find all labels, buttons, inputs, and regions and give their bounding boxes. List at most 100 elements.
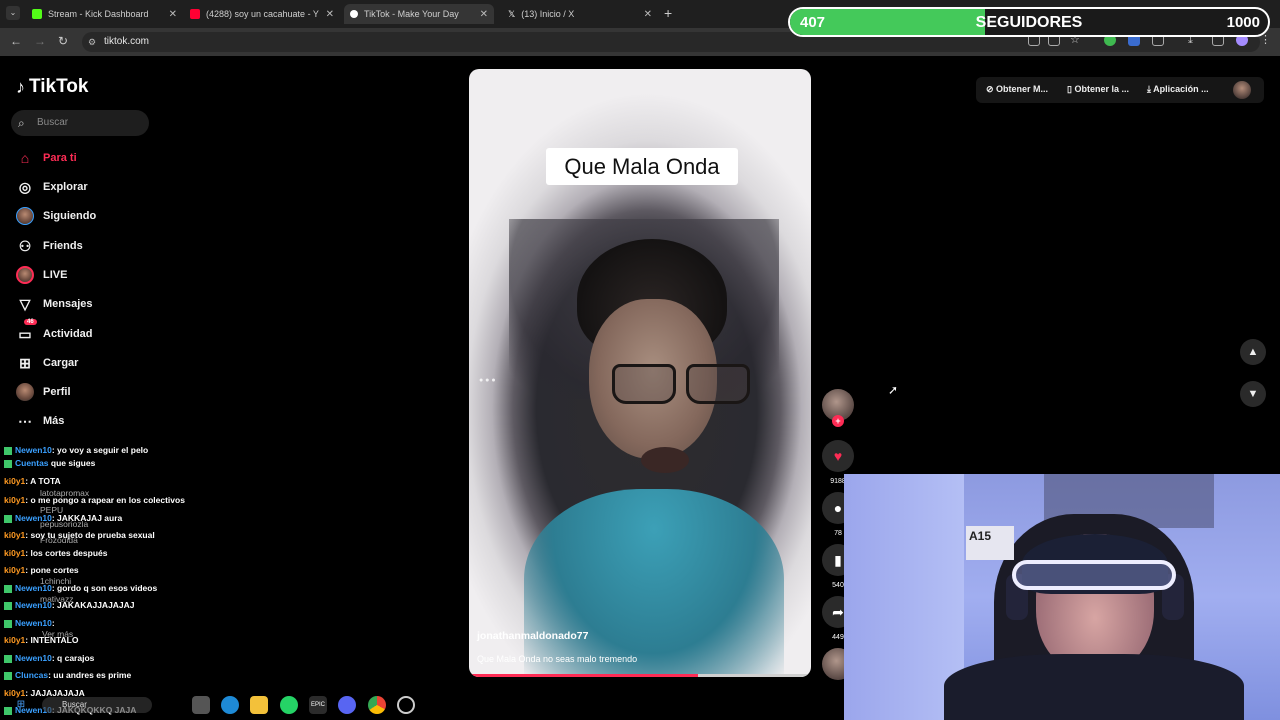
taskbar-search[interactable]: Buscar xyxy=(42,697,152,713)
send-icon: ▽ xyxy=(19,295,31,312)
streamer-body xyxy=(944,654,1244,720)
chat-message: ki0y1: soy tu sujeto de prueba sexual xyxy=(4,530,155,540)
chat-message: Newen10: gordo q son esos videos xyxy=(4,583,157,593)
tab-x[interactable]: 𝕏 (13) Inicio / X ✕ xyxy=(508,4,652,24)
file-explorer-icon[interactable] xyxy=(250,696,268,714)
user-avatar[interactable] xyxy=(1233,81,1251,99)
chat-message: Newen10: JAKKAJAJ aura xyxy=(4,513,122,523)
task-view-icon[interactable] xyxy=(192,696,210,714)
streamer-goggles xyxy=(1012,560,1176,590)
badge-icon xyxy=(4,601,12,610)
tab-search-icon[interactable]: ⌄ xyxy=(6,6,20,20)
close-tab-icon[interactable]: ✕ xyxy=(169,9,177,20)
compass-icon: ◎ xyxy=(18,178,32,195)
previous-video-button[interactable]: ▲ xyxy=(1240,339,1266,365)
coin-icon: ⊘ xyxy=(986,84,997,94)
chat-message: Cluncas: uu andres es prime xyxy=(4,670,131,680)
followers-goal: 1000 xyxy=(1226,14,1260,31)
chevron-down-icon: ▼ xyxy=(1247,388,1259,400)
tab-tiktok[interactable]: TikTok - Make Your Day ✕ xyxy=(344,4,494,24)
sidebar-item-cargar[interactable]: ⊞ Cargar xyxy=(16,353,78,373)
chat-message: Newen10: q carajos xyxy=(4,653,94,663)
stream-chat-overlay: latotapromax PEPU pepusoriozla Frozodida… xyxy=(0,445,260,720)
close-tab-icon[interactable]: ✕ xyxy=(326,9,334,20)
new-tab-button[interactable]: + xyxy=(664,5,672,21)
obs-icon[interactable] xyxy=(397,696,415,714)
sidebar-item-actividad[interactable]: ▭ 46 Actividad xyxy=(16,319,93,344)
badge-icon xyxy=(4,654,12,663)
follow-plus-icon[interactable]: + xyxy=(832,415,844,427)
chat-message: ki0y1: A TOTA xyxy=(4,476,61,486)
get-coins-button[interactable]: ⊘ Obtener M... xyxy=(986,84,1048,95)
video-author[interactable]: jonathanmaldonado77 xyxy=(477,630,588,642)
video-person-mouth xyxy=(641,447,689,473)
badge-icon xyxy=(4,671,12,680)
followers-goal-bar: 407 SEGUIDORES 1000 xyxy=(788,7,1270,37)
tiktok-icon xyxy=(350,10,358,18)
edge-icon[interactable] xyxy=(221,696,239,714)
close-tab-icon[interactable]: ✕ xyxy=(644,9,652,20)
chevron-up-icon: ▲ xyxy=(1247,346,1259,358)
inbox-icon: ▭ 46 xyxy=(16,319,37,343)
sidebar-item-live[interactable]: LIVE xyxy=(16,265,67,285)
get-app-button[interactable]: ▯ Obtener la ... xyxy=(1067,84,1129,95)
desktop-app-button[interactable]: ⤓ Aplicación ... xyxy=(1147,84,1209,95)
video-player[interactable]: ● ● ● Que Mala Onda jonathanmaldonado77 … xyxy=(469,69,811,677)
youtube-icon xyxy=(190,9,200,19)
windows-start-icon[interactable]: ⊞ xyxy=(12,696,30,714)
badge-icon xyxy=(4,514,12,523)
whatsapp-icon[interactable] xyxy=(280,696,298,714)
sidebar-item-mas[interactable]: ⋯ Más xyxy=(16,411,64,431)
chat-message: Newen10: yo voy a seguir el pelo xyxy=(4,445,148,455)
more-icon: ⋯ xyxy=(18,412,32,429)
x-logo-icon: 𝕏 xyxy=(508,9,516,19)
sidebar-item-perfil[interactable]: Perfil xyxy=(16,382,71,402)
sidebar-item-friends[interactable]: ⚇ Friends xyxy=(16,236,83,256)
chat-message: ki0y1: o me pongo a rapear en los colect… xyxy=(4,495,185,505)
badge-icon xyxy=(4,459,12,468)
live-icon xyxy=(16,266,34,284)
video-progress-fill xyxy=(469,674,699,677)
chat-message: ki0y1: los cortes después xyxy=(4,548,108,558)
heart-icon: ♥ xyxy=(822,440,854,472)
followers-label: SEGUIDORES xyxy=(975,14,1083,31)
next-video-button[interactable]: ▼ xyxy=(1240,381,1266,407)
activity-badge: 46 xyxy=(24,319,37,325)
video-progress-bar[interactable] xyxy=(469,674,811,677)
search-icon: ⌕ xyxy=(18,116,25,130)
sidebar-item-explorar[interactable]: ◎ Explorar xyxy=(16,177,88,197)
sidebar-item-siguiendo[interactable]: Siguiendo xyxy=(16,206,96,226)
tab-kick[interactable]: Stream - Kick Dashboard ✕ xyxy=(32,4,177,24)
reload-icon[interactable]: ↻ xyxy=(58,34,68,48)
browser-menu-icon[interactable]: ⋮ xyxy=(1260,34,1272,46)
back-icon[interactable]: ← xyxy=(10,34,22,48)
friends-icon: ⚇ xyxy=(18,237,32,254)
wall-plate: A15 xyxy=(966,526,1014,560)
tiktok-note-icon: ♪ xyxy=(16,76,25,97)
close-tab-icon[interactable]: ✕ xyxy=(480,9,488,20)
chrome-icon[interactable] xyxy=(368,696,386,714)
chat-message: ki0y1: pone cortes xyxy=(4,565,79,575)
tab-youtube[interactable]: (4288) soy un cacahuate - Y ✕ xyxy=(190,4,334,24)
forward-icon[interactable]: → xyxy=(34,34,46,48)
chat-message: Newen10: xyxy=(4,618,55,628)
mouse-cursor-icon: ➚ xyxy=(888,383,899,397)
video-person-glasses xyxy=(612,364,754,408)
sidebar-item-mensajes[interactable]: ▽ Mensajes xyxy=(16,294,93,314)
chat-message: Cuentas que sigues xyxy=(4,458,95,468)
epic-games-icon[interactable]: EPIC xyxy=(309,696,327,714)
sidebar-item-para-ti[interactable]: ⌂ Para ti xyxy=(16,148,77,168)
webcam-overlay: A15 xyxy=(844,474,1280,720)
home-icon: ⌂ xyxy=(20,150,30,166)
video-description: Que Mala Onda no seas malo tremendo xyxy=(477,654,638,664)
profile-avatar xyxy=(16,383,34,401)
badge-icon xyxy=(4,619,12,628)
site-info-icon[interactable]: ⚙ xyxy=(88,32,96,52)
search-input[interactable]: ⌕ Buscar xyxy=(11,110,149,136)
tiktok-logo[interactable]: ♪ TikTok xyxy=(16,76,88,98)
badge-icon xyxy=(4,584,12,593)
discord-icon[interactable] xyxy=(338,696,356,714)
following-icon xyxy=(16,207,34,225)
upload-icon: ⊞ xyxy=(19,354,31,371)
chat-message: Newen10: JAKAKAJJAJAJAJ xyxy=(4,600,135,610)
